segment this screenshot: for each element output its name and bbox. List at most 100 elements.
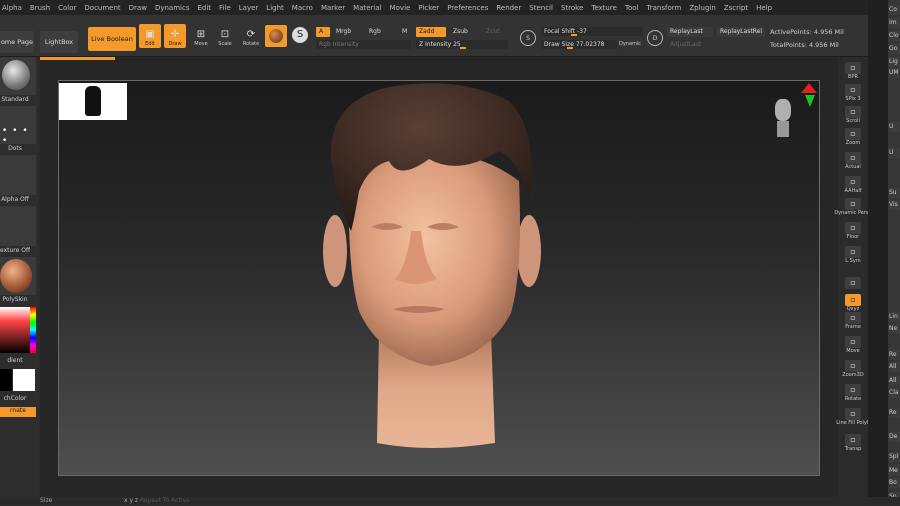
lsym-button[interactable]: ▫ L.Sym [840, 243, 866, 265]
z-intensity-slider[interactable]: Z Intensity 25 [416, 40, 508, 49]
panel-item[interactable]: Go [889, 44, 900, 54]
panel-item[interactable]: U [889, 148, 900, 158]
panel-item[interactable]: U [889, 122, 900, 132]
menu-item-tool[interactable]: Tool [625, 4, 639, 12]
floor-button[interactable]: ▫ Floor [840, 219, 866, 241]
zoom-button[interactable]: ▫ Zoom [840, 125, 866, 147]
panel-item[interactable]: Im [889, 18, 900, 28]
actual-button[interactable]: ▫ Actual [840, 149, 866, 171]
menu-item-preferences[interactable]: Preferences [447, 4, 488, 12]
switch-color-label[interactable]: chColor [0, 395, 30, 402]
draw-size-slider[interactable]: Draw Size 77.02378 [541, 40, 617, 49]
repeat-to-active-button[interactable]: Repeat To Active [140, 497, 190, 504]
replay-last-button[interactable]: ReplayLast [667, 27, 713, 37]
bpr-button[interactable]: ▫ BPR [840, 59, 866, 81]
swirl-icon[interactable]: S [292, 27, 308, 43]
adjust-last-button[interactable]: AdjustLast [667, 40, 713, 50]
menu-item-layer[interactable]: Layer [239, 4, 259, 12]
scroll-button[interactable]: ▫ Scroll [840, 103, 866, 125]
zoom3d-button[interactable]: ▫ Zoom3D [840, 357, 866, 379]
menu-item-zplugin[interactable]: Zplugin [689, 4, 715, 12]
menu-item-help[interactable]: Help [756, 4, 772, 12]
panel-item[interactable]: Re [889, 350, 900, 360]
lightbox-button[interactable]: LightBox [40, 31, 78, 53]
alternate-button[interactable]: rnate [0, 407, 36, 417]
panel-item[interactable]: Ne [889, 324, 900, 334]
frame-button[interactable]: ▫ Frame [840, 309, 866, 331]
panel-item[interactable]: Su [889, 188, 900, 198]
menu-item-draw[interactable]: Draw [129, 4, 147, 12]
zadd-button[interactable]: Zadd [416, 27, 446, 37]
aahalf-button[interactable]: ▫ AAHalf [840, 173, 866, 195]
menu-item-macro[interactable]: Macro [292, 4, 313, 12]
panel-item[interactable]: Cla [889, 388, 900, 398]
menu-item-zscript[interactable]: Zscript [724, 4, 748, 12]
draw-button[interactable]: ✛ Draw [164, 24, 186, 48]
orientation-gizmo[interactable] [771, 95, 795, 145]
menu-item-alpha[interactable]: Alpha [2, 4, 22, 12]
menu-item-stencil[interactable]: Stencil [529, 4, 553, 12]
panel-item[interactable]: Lin [889, 312, 900, 322]
color-picker[interactable] [0, 307, 36, 353]
rotate-button[interactable]: ⟳ Rotate [240, 24, 262, 48]
transp-button[interactable]: ▫ Transp [840, 431, 866, 453]
hue-strip[interactable] [30, 307, 36, 353]
menu-item-stroke[interactable]: Stroke [561, 4, 583, 12]
menu-item-material[interactable]: Material [353, 4, 381, 12]
dynamic-persp-button[interactable]: ▫ Dynamic Persp [834, 195, 872, 217]
panel-item[interactable]: Clo [889, 31, 900, 41]
m-button[interactable]: M [399, 27, 411, 37]
lock-button[interactable]: ▫ [840, 267, 866, 289]
live-boolean-button[interactable]: Live Boolean [88, 27, 136, 51]
line-fill-button[interactable]: ▫ Line Fill PolyF [836, 405, 870, 427]
panel-item[interactable]: Co [889, 5, 900, 15]
move-button[interactable]: ⊞ Move [190, 24, 212, 48]
panel-item[interactable]: De [889, 432, 900, 442]
scale-button[interactable]: ⊡ Scale [214, 24, 236, 48]
navigator-window[interactable] [59, 83, 127, 120]
focal-shift-slider[interactable]: Focal Shift -37 [541, 27, 643, 36]
edit-button[interactable]: ▣ Edit [139, 24, 161, 48]
panel-item[interactable]: Re [889, 408, 900, 418]
panel-item[interactable]: Vis [889, 200, 900, 210]
panel-item[interactable]: All [889, 362, 900, 372]
rgb-button[interactable]: Rgb [366, 27, 386, 37]
document-canvas[interactable] [58, 80, 820, 476]
rgb-intensity-slider[interactable]: Rgb Intensity [316, 40, 411, 49]
primary-color-swatch[interactable] [13, 369, 35, 391]
menu-item-light[interactable]: Light [266, 4, 283, 12]
material-thumbnail[interactable] [0, 257, 36, 295]
panel-item[interactable]: Spl [889, 452, 900, 462]
alpha-thumbnail[interactable] [0, 155, 36, 195]
menu-item-movie[interactable]: Movie [390, 4, 411, 12]
move-button[interactable]: ▫ Move [840, 333, 866, 355]
home-page-button[interactable]: ome Page [0, 31, 34, 53]
menu-item-texture[interactable]: Texture [591, 4, 617, 12]
panel-item[interactable]: UM [889, 68, 900, 78]
material-swatch[interactable] [265, 25, 287, 47]
brush-thumbnail[interactable] [0, 57, 36, 95]
menu-item-edit[interactable]: Edit [197, 4, 211, 12]
menu-item-transform[interactable]: Transform [647, 4, 682, 12]
mrgb-button[interactable]: Mrgb [333, 27, 357, 37]
menu-item-brush[interactable]: Brush [30, 4, 50, 12]
menu-item-dynamics[interactable]: Dynamics [155, 4, 190, 12]
panel-item[interactable]: Bo [889, 478, 900, 488]
rotate-button[interactable]: ▫ Rotate [840, 381, 866, 403]
replay-last-rel-button[interactable]: ReplayLastRel [717, 27, 765, 37]
zcut-button[interactable]: Zcut [483, 27, 505, 37]
secondary-color-swatch[interactable] [0, 369, 12, 391]
menu-item-file[interactable]: File [219, 4, 231, 12]
a-toggle[interactable]: A [316, 27, 330, 37]
dynamic-toggle[interactable]: Dynamic [619, 41, 641, 47]
panel-item[interactable]: Me [889, 466, 900, 476]
menu-item-picker[interactable]: Picker [418, 4, 439, 12]
texture-thumbnail[interactable] [0, 206, 36, 246]
stroke-thumbnail[interactable]: • • • • [0, 106, 36, 146]
spix-button[interactable]: ▫ SPix 3 [840, 81, 866, 103]
menu-item-color[interactable]: Color [58, 4, 76, 12]
zsub-button[interactable]: Zsub [450, 27, 472, 37]
menu-item-marker[interactable]: Marker [321, 4, 345, 12]
lazy-mouse-icon[interactable]: D [647, 30, 663, 46]
menu-item-render[interactable]: Render [496, 4, 521, 12]
